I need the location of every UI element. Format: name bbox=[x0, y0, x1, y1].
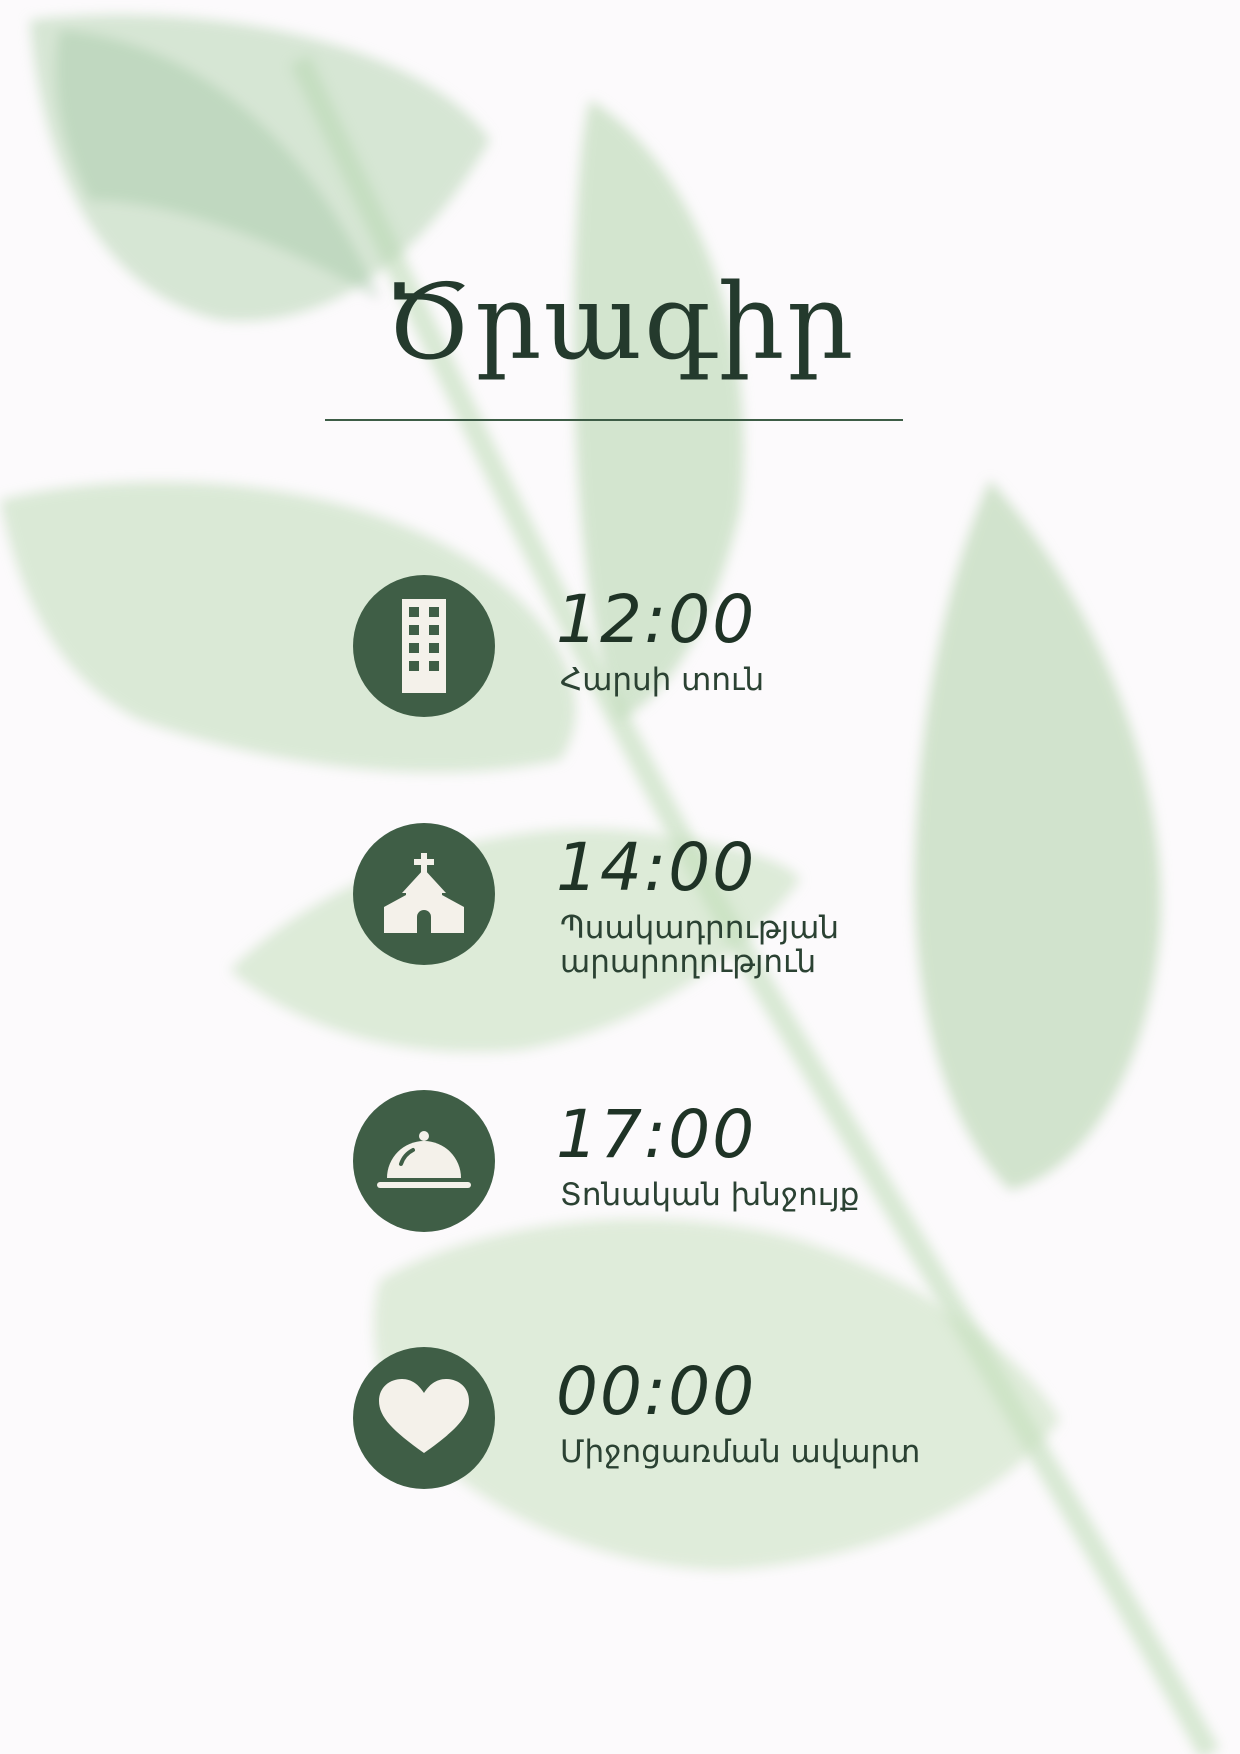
title-divider bbox=[325, 419, 903, 421]
icon-circle bbox=[353, 1090, 495, 1232]
schedule-item: 17:00 Տոնական խնջույք bbox=[0, 1090, 1240, 1250]
heart-icon bbox=[379, 1379, 469, 1453]
event-time: 17:00 bbox=[556, 1096, 757, 1173]
schedule-item: 12:00 Հարսի տուն bbox=[0, 575, 1240, 735]
event-time: 14:00 bbox=[556, 829, 757, 906]
event-label: Հարսի տուն bbox=[560, 662, 765, 698]
schedule-item: 00:00 Միջոցառման ավարտ bbox=[0, 1347, 1240, 1507]
event-label: Պսակադրության արարողություն bbox=[560, 910, 839, 980]
icon-circle bbox=[353, 575, 495, 717]
event-time: 00:00 bbox=[556, 1353, 757, 1430]
cloche-icon bbox=[377, 1131, 471, 1188]
event-label: Տոնական խնջույք bbox=[560, 1177, 860, 1213]
building-icon bbox=[402, 599, 446, 693]
icon-circle bbox=[353, 1347, 495, 1489]
event-label: Միջոցառման ավարտ bbox=[560, 1434, 921, 1470]
church-icon bbox=[384, 853, 464, 933]
icon-circle bbox=[353, 823, 495, 965]
schedule-item: 14:00 Պսակադրության արարողություն bbox=[0, 823, 1240, 983]
page-title: Ծրագիր bbox=[384, 261, 856, 383]
event-time: 12:00 bbox=[556, 581, 757, 658]
